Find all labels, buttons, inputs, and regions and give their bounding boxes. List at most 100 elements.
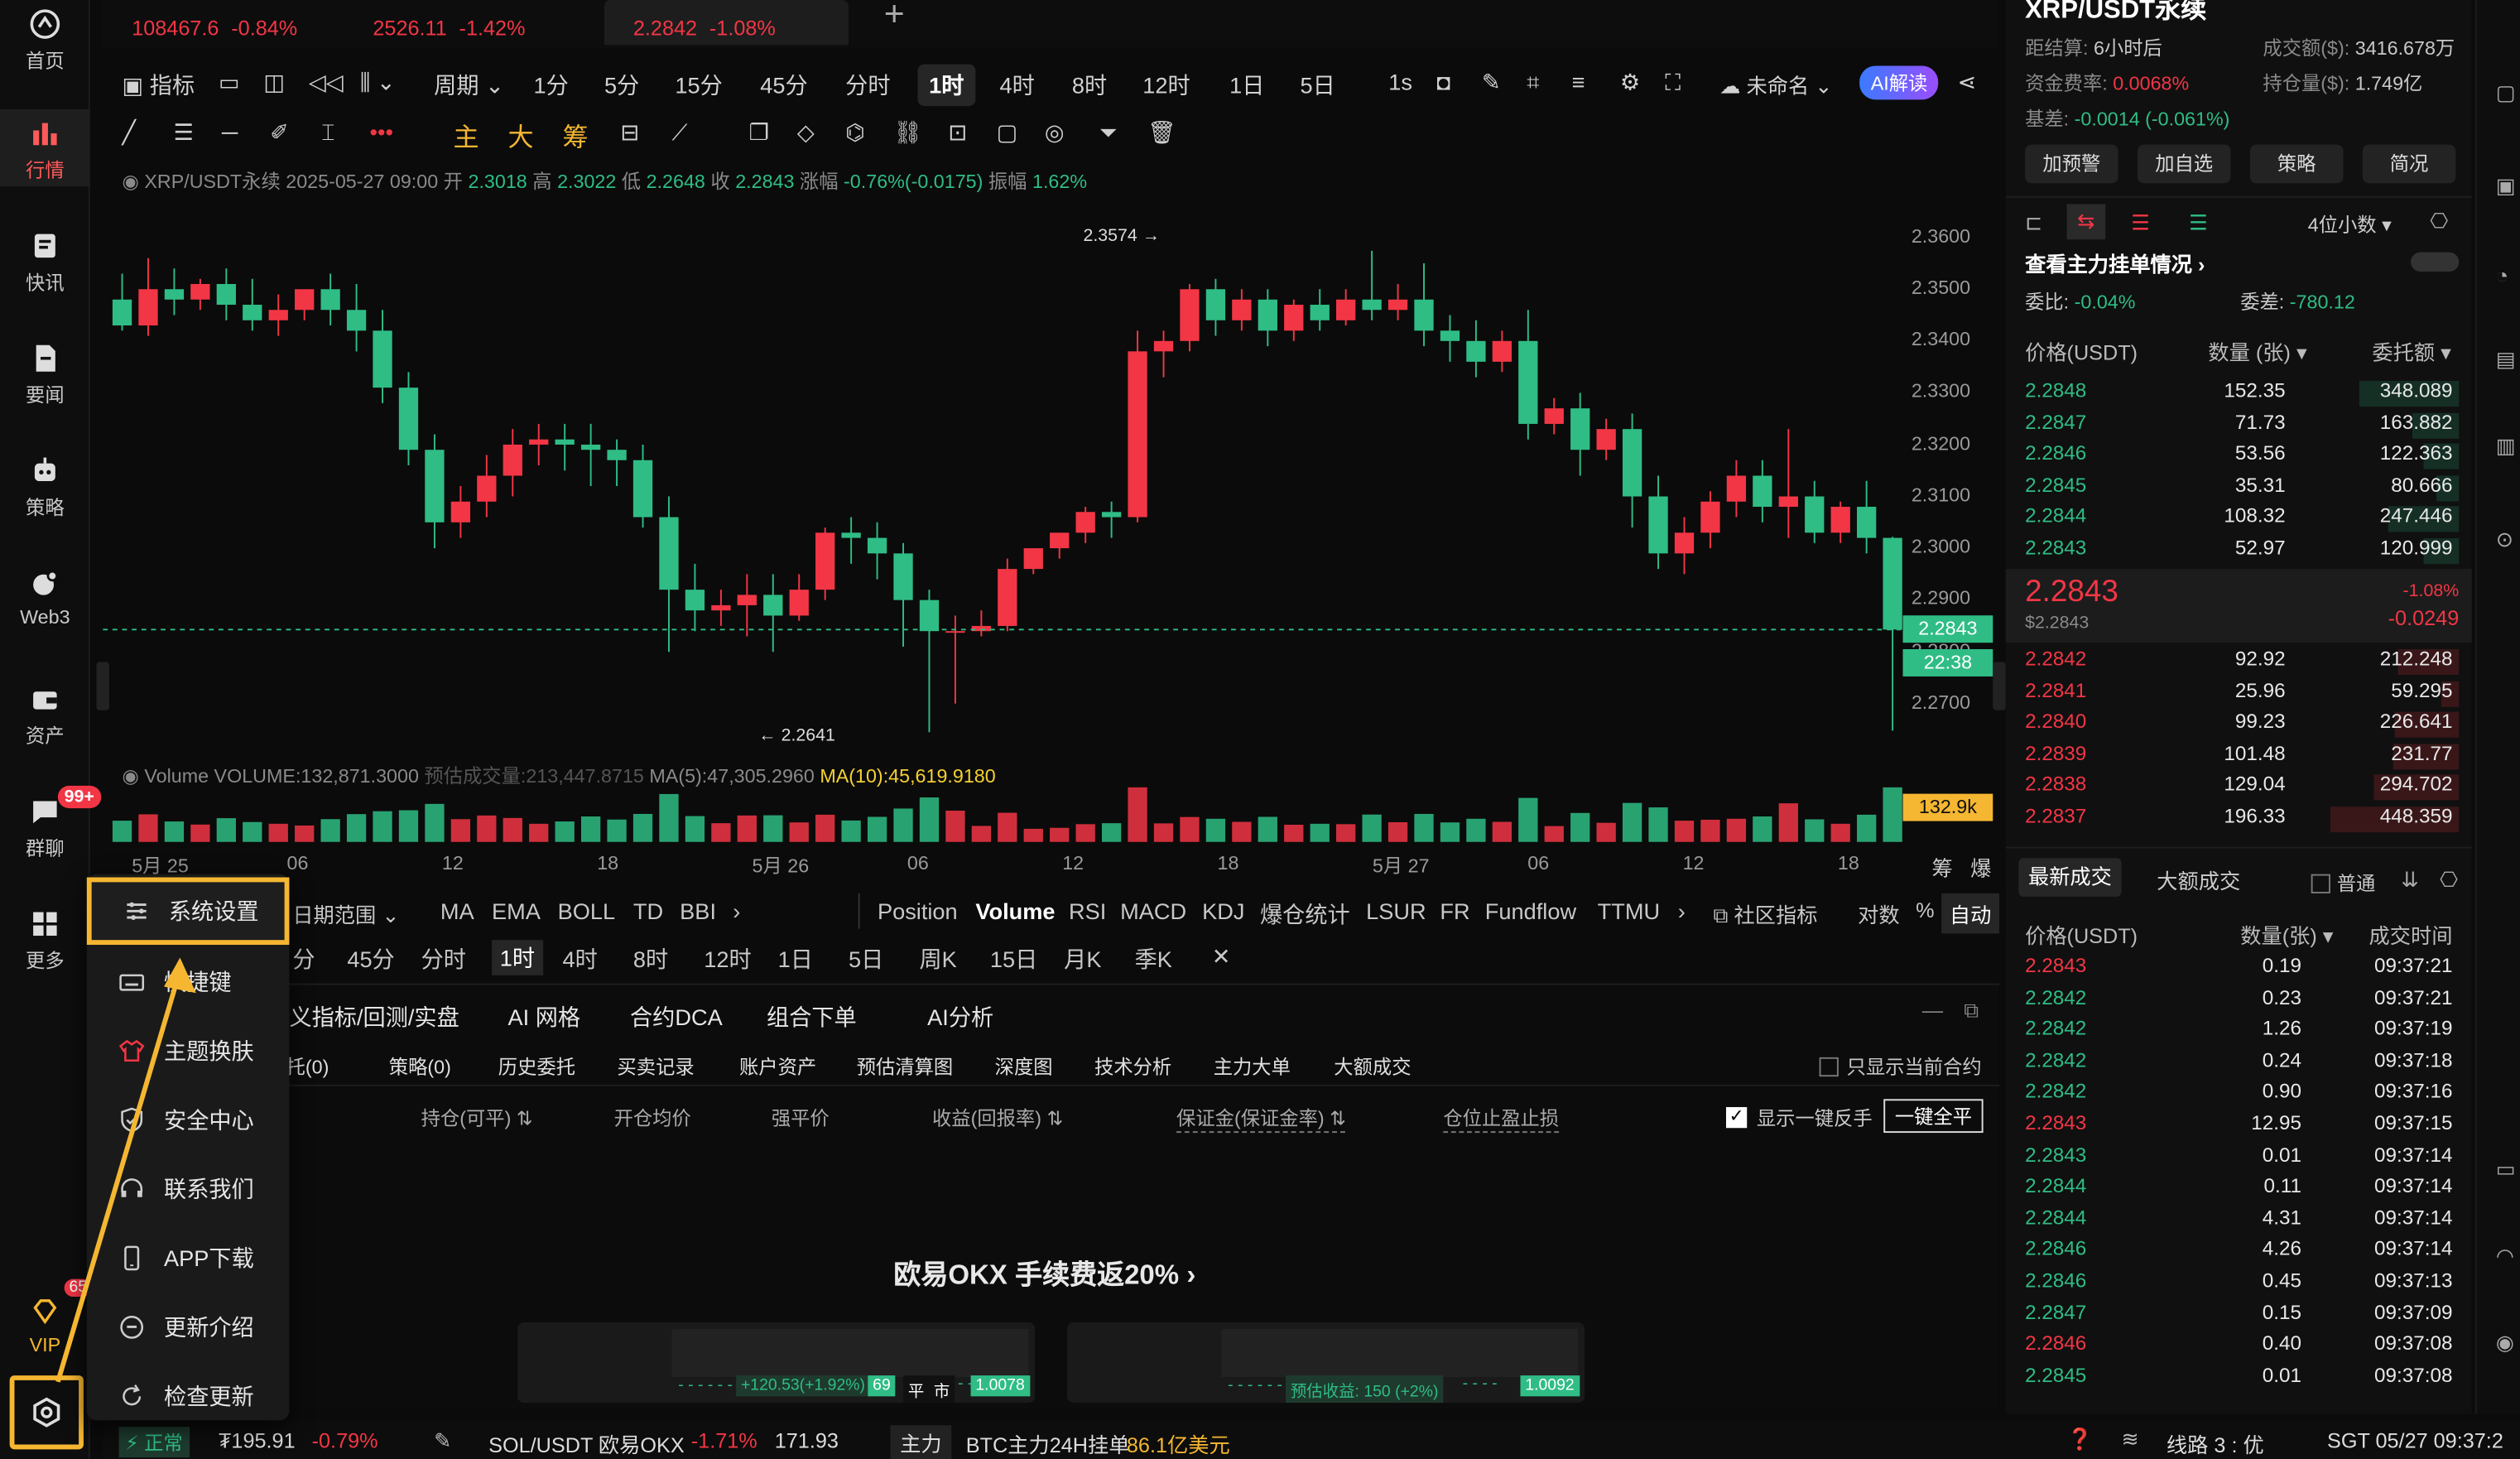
layout-icon[interactable]: ◫ (263, 69, 285, 96)
orderbook-row[interactable]: 2.2846 53.56 122.363 (2025, 442, 2460, 473)
panel-subtab[interactable]: 账户资产 (739, 1052, 816, 1080)
orderbook-row[interactable]: 2.2845 35.31 80.666 (2025, 474, 2460, 504)
interval-1s[interactable]: 1s (1388, 69, 1412, 94)
fav-period[interactable]: 5日 (849, 943, 883, 975)
strip-icon-8[interactable]: ◠ (2496, 1244, 2514, 1269)
panel-subtab[interactable]: 托(0) (286, 1052, 329, 1080)
strip-icon-1[interactable]: ▢ (2496, 80, 2516, 106)
ind-boll[interactable]: BOLL (558, 898, 616, 924)
panel-subtab[interactable]: 技术分析 (1094, 1052, 1171, 1080)
ob-settings-icon[interactable]: ⎔ (2430, 209, 2448, 234)
eye-icon[interactable]: ◉ (123, 170, 145, 192)
link-icon[interactable]: ⛓ (893, 119, 922, 147)
rail-flash[interactable]: 快讯 (0, 229, 90, 296)
ind-macd[interactable]: MACD (1120, 898, 1186, 924)
tab-btc[interactable]: 108467.6 -0.84% (103, 0, 344, 45)
ind-lsur[interactable]: LSUR (1366, 898, 1426, 924)
menu-contact[interactable]: 联系我们 (87, 1155, 290, 1223)
edit-icon[interactable]: ✎ (434, 1428, 451, 1454)
copy-icon[interactable]: ❐ (749, 119, 769, 147)
fav-period[interactable]: 1日 (778, 943, 813, 975)
panel-subtab[interactable]: 大额成交 (1334, 1052, 1411, 1080)
strip-icon-2[interactable]: ▣ (2496, 174, 2516, 200)
strip-icon-9[interactable]: ◉ (2496, 1331, 2514, 1356)
rail-headlines[interactable]: 要闻 (0, 340, 90, 408)
minimize-icon[interactable]: — (1922, 998, 1943, 1022)
menu-security[interactable]: 安全中心 (87, 1086, 290, 1154)
interval-12h[interactable]: 12时 (1142, 69, 1190, 101)
main-chip[interactable]: 主 (453, 116, 479, 155)
fullscreen-icon[interactable]: ⛶ (1665, 69, 1681, 96)
tab-eth[interactable]: 2526.11 -1.42% (344, 0, 584, 45)
interval-1h[interactable]: 1时 (917, 64, 975, 107)
price-chart[interactable]: ◉ XRP/USDT永续 2025-05-27 09:00 开 2.3018 高… (103, 161, 2000, 884)
sort-icon[interactable]: ⇊ (2401, 868, 2418, 893)
fav-period[interactable]: 分时 (421, 943, 466, 975)
dots-tool-icon[interactable]: ••• (370, 119, 394, 145)
ind-ttmu[interactable]: TTMU (1598, 898, 1660, 924)
sol-ticker[interactable]: SOL/USDT 欧易OKX (488, 1428, 685, 1459)
one-click-reverse-checkbox[interactable]: ✓ 显示一键反手 (1725, 1104, 1873, 1131)
ob-col-amount[interactable]: 委托额 ▾ (2372, 336, 2450, 367)
hlines-tool-icon[interactable]: ☰ (174, 119, 194, 147)
fav-period[interactable]: 1时 (492, 940, 543, 975)
visibility-icon[interactable]: ◎ (1045, 119, 1065, 147)
filter-icon[interactable]: ⏷ (1099, 119, 1118, 147)
rail-more[interactable]: 更多 (0, 906, 90, 974)
tab-large-trades[interactable]: 大额成交 (2157, 864, 2240, 895)
interval-timeline[interactable]: 分时 (845, 69, 890, 101)
interval-5d[interactable]: 5日 (1301, 69, 1335, 101)
panel-subtab[interactable]: 历史委托 (498, 1052, 575, 1080)
help-icon[interactable]: ❓ (2067, 1427, 2093, 1452)
panel-tab-combo[interactable]: 组合下单 (767, 1001, 857, 1033)
layout-dropdown[interactable]: ☁ 未命名 ⌄ (1719, 69, 1832, 99)
crop-icon[interactable]: ⌗ (1527, 69, 1539, 96)
rail-web3[interactable]: Web3 (0, 566, 90, 633)
fav-period[interactable]: 15日 (990, 943, 1037, 975)
ind-kdj[interactable]: KDJ (1202, 898, 1244, 924)
interval-1d[interactable]: 1日 (1229, 69, 1264, 101)
interval-5m[interactable]: 5分 (604, 69, 639, 101)
strip-icon-5[interactable]: ▥ (2496, 434, 2516, 460)
trades-settings-icon[interactable]: ⎔ (2440, 868, 2458, 893)
indicator-button[interactable]: ▣ 指标 (123, 69, 195, 101)
ind-liq[interactable]: 爆仓统计 (1260, 898, 1350, 931)
tab-xrp[interactable]: 2.2842 -1.08% (604, 0, 849, 46)
panel-subtab[interactable]: 买卖记录 (617, 1052, 694, 1080)
rail-assets[interactable]: 资产 (0, 681, 90, 749)
chevron-right-icon[interactable]: › (1678, 898, 1686, 924)
position-column[interactable]: 收益(回报率) ⇅ (932, 1104, 1063, 1131)
fav-period[interactable]: 12时 (704, 943, 751, 975)
position-column[interactable]: 保证金(保证金率) ⇅ (1176, 1104, 1346, 1134)
panel-subtab[interactable]: 预估清算图 (857, 1052, 954, 1080)
left-collapse-handle[interactable] (96, 662, 110, 710)
text-tool-icon[interactable]: ⌶ (321, 119, 334, 147)
hline-tool-icon[interactable]: ─ (222, 119, 238, 145)
candle-type-icon[interactable]: ⫼ ⌄ (360, 69, 396, 96)
interval-15m[interactable]: 15分 (675, 69, 722, 101)
orderbook-row[interactable]: 2.2847 71.73 163.882 (2025, 411, 2460, 441)
add-tab-icon[interactable]: + (884, 0, 905, 36)
menu-app-download[interactable]: APP下载 (87, 1225, 290, 1293)
strip-icon-7[interactable]: ▭ (2496, 1157, 2516, 1182)
fav-period[interactable]: 8时 (633, 943, 668, 975)
panel-tab-ai-grid[interactable]: AI 网格 (507, 1001, 580, 1033)
fav-period[interactable]: 季K (1135, 943, 1172, 975)
chevron-right-icon[interactable]: › (733, 898, 740, 924)
share-icon[interactable]: ⋖ (1958, 69, 1977, 96)
fav-period[interactable]: 4时 (562, 943, 597, 975)
menu-changelog[interactable]: 更新介绍 (87, 1293, 290, 1361)
ind-fr[interactable]: FR (1440, 898, 1469, 924)
panel-subtab[interactable]: 深度图 (995, 1052, 1053, 1080)
fav-period[interactable]: 45分 (347, 943, 394, 975)
brush-tool-icon[interactable]: ✐ (270, 119, 289, 147)
main-orders-toggle[interactable] (2410, 252, 2460, 272)
fav-period[interactable]: 分 (292, 943, 315, 975)
rail-home[interactable]: 首页 (0, 7, 90, 75)
magnet-icon[interactable]: ⌬ (845, 119, 865, 147)
gear-icon[interactable]: ⚙ (1620, 69, 1640, 96)
network-line[interactable]: 线路 3 : 优 (2167, 1428, 2264, 1459)
ruler-icon[interactable]: ⊟ (620, 119, 639, 147)
add-favorite-button[interactable]: 加自选 (2137, 144, 2231, 184)
ind-fundflow[interactable]: Fundflow (1485, 898, 1576, 924)
